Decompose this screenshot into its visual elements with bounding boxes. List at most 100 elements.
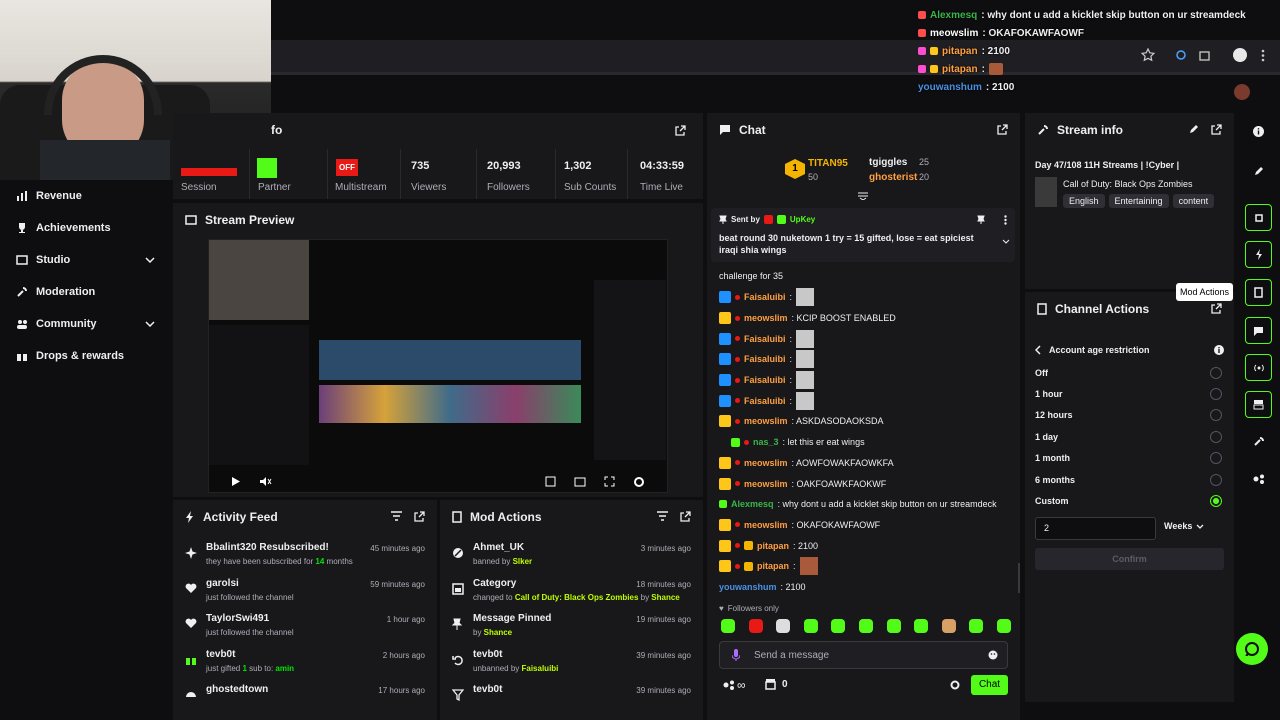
popout-icon[interactable] (1211, 124, 1222, 135)
mod-action-item[interactable]: Ahmet_UK banned by Slker 3 minutes ago (452, 541, 691, 577)
theater-icon[interactable] (574, 476, 586, 487)
support-chat-button[interactable] (1236, 633, 1268, 665)
info-icon[interactable] (1214, 345, 1224, 355)
chevron-down-icon[interactable] (145, 321, 155, 327)
radio-button[interactable] (1210, 452, 1222, 465)
chat-username[interactable]: Faisaluibi (744, 354, 786, 364)
activity-item[interactable]: ghostedtown 17 hours ago (185, 683, 425, 719)
sidebar-item-studio[interactable]: Studio (0, 244, 171, 276)
emote-button[interactable] (996, 619, 1011, 633)
bolt-icon[interactable] (1245, 241, 1272, 268)
sidebar-item-moderation[interactable]: Moderation (0, 276, 171, 308)
mod-action-item[interactable]: Category changed to Call of Duty: Black O… (452, 577, 691, 613)
mod-action-item[interactable]: tevb0t unbanned by Faisaluibi 39 minutes … (452, 648, 691, 684)
chat-message[interactable]: Faisaluibi: (707, 370, 1020, 391)
custom-value-input[interactable]: 2 (1035, 517, 1156, 540)
confirm-button[interactable]: Confirm (1035, 548, 1224, 570)
pinned-message[interactable]: Sent by UpKey beat round 30 nuketown 1 t… (711, 208, 1015, 262)
chat-icon[interactable] (1245, 317, 1272, 344)
play-icon[interactable] (231, 476, 241, 487)
crop-icon[interactable] (1245, 204, 1272, 231)
sidebar-item-achievements[interactable]: Achievements (0, 212, 171, 244)
microphone-icon[interactable] (732, 649, 740, 661)
expand-leaderboard-icon[interactable] (857, 192, 869, 200)
chat-message[interactable]: Faisaluibi: (707, 287, 1020, 308)
activity-item[interactable]: tevb0t just gifted 1 sub to: amin 2 hours… (185, 648, 425, 684)
chat-username[interactable]: nas_3 (753, 437, 779, 447)
chat-message[interactable]: meowslim: AOWFOWAKFAOWKFA (707, 453, 1020, 474)
chat-message[interactable]: Faisaluibi: (707, 328, 1020, 349)
activity-item[interactable]: garolsi just followed the channel 59 minu… (185, 577, 425, 613)
sidebar-item-revenue[interactable]: Revenue (0, 180, 171, 212)
chat-input[interactable]: Send a message (719, 641, 1008, 669)
age-option[interactable]: 1 month (1025, 448, 1234, 469)
chat-message[interactable]: meowslim: KCIP BOOST ENABLED (707, 308, 1020, 329)
chat-username[interactable]: pitapan (757, 561, 789, 571)
wrench-icon[interactable] (1245, 428, 1272, 455)
emote-button[interactable] (776, 619, 791, 633)
sidebar-item-drops[interactable]: Drops & rewards (0, 340, 171, 372)
popout-icon[interactable] (997, 124, 1008, 135)
mute-icon[interactable] (259, 476, 272, 487)
emote-button[interactable] (914, 619, 929, 633)
pencil-icon[interactable] (1245, 157, 1272, 184)
emote-button[interactable] (858, 619, 873, 633)
gift-third-name[interactable]: ghosterist (869, 172, 917, 183)
gift-second-name[interactable]: tgiggles (869, 157, 907, 168)
chat-settings-icon[interactable] (950, 680, 960, 690)
store-icon[interactable] (765, 679, 776, 690)
settings-icon[interactable] (633, 476, 645, 488)
fullscreen-icon[interactable] (604, 476, 615, 487)
chat-message[interactable]: Alexmesq: why dont u add a kicklet skip … (707, 494, 1020, 515)
preview-video[interactable] (208, 239, 668, 493)
emote-button[interactable] (831, 619, 846, 633)
tag-chip[interactable]: Entertaining (1108, 194, 1169, 208)
chat-message[interactable]: pitapan: 2100 (707, 535, 1020, 556)
chat-scrollbar[interactable] (1018, 563, 1020, 593)
chat-username[interactable]: Alexmesq (731, 499, 774, 509)
chat-message[interactable]: Faisaluibi: (707, 390, 1020, 411)
chat-message[interactable]: nas_3: let this er eat wings (707, 432, 1020, 453)
emote-button[interactable] (748, 619, 763, 633)
back-chevron-icon[interactable] (1035, 345, 1041, 355)
radio-button[interactable] (1210, 388, 1222, 401)
clipboard-icon[interactable] (1245, 279, 1272, 306)
category-name[interactable]: Call of Duty: Black Ops Zombies (1063, 179, 1193, 189)
age-option[interactable]: Off (1025, 362, 1234, 383)
chat-message[interactable]: meowslim: OAKFOAWKFAOKWF (707, 473, 1020, 494)
points-icon[interactable] (723, 680, 735, 690)
chat-send-button[interactable]: Chat (971, 675, 1008, 695)
filter-icon[interactable] (657, 511, 668, 522)
more-options-icon[interactable] (1004, 215, 1007, 225)
tag-chip[interactable]: English (1063, 194, 1105, 208)
popout-icon[interactable] (675, 125, 686, 136)
chat-username[interactable]: Faisaluibi (744, 334, 786, 344)
chat-username[interactable]: Faisaluibi (744, 375, 786, 385)
unpin-icon[interactable] (977, 215, 985, 224)
chat-username[interactable]: meowslim (744, 416, 788, 426)
emote-button[interactable] (969, 619, 984, 633)
unit-select[interactable]: Weeks (1164, 521, 1204, 531)
emote-button[interactable] (721, 619, 735, 633)
broadcast-icon[interactable] (1245, 354, 1272, 381)
emote-button[interactable] (941, 619, 956, 633)
chat-username[interactable]: Faisaluibi (744, 396, 786, 406)
chat-message[interactable]: pitapan: (707, 556, 1020, 577)
chat-username[interactable]: meowslim (744, 520, 788, 530)
radio-button[interactable] (1210, 366, 1222, 379)
emote-button[interactable] (803, 619, 818, 633)
chevron-down-icon[interactable] (145, 257, 155, 263)
radio-button[interactable] (1210, 409, 1222, 422)
activity-item[interactable]: Bbalint320 Resubscribed! they have been s… (185, 541, 425, 577)
filter-icon[interactable] (391, 511, 402, 522)
age-option[interactable]: 1 day (1025, 426, 1234, 447)
sidebar-item-community[interactable]: Community (0, 308, 171, 340)
age-option[interactable]: 6 months (1025, 469, 1234, 490)
info-icon[interactable] (1245, 118, 1272, 145)
gift-leader-name[interactable]: TITAN95 (808, 158, 848, 169)
layout-icon[interactable] (1245, 391, 1272, 418)
activity-item[interactable]: TaylorSwi491 just followed the channel 1 … (185, 612, 425, 648)
chat-username[interactable]: pitapan (757, 541, 789, 551)
category-thumbnail[interactable] (1035, 177, 1057, 207)
tag-chip[interactable]: content (1172, 194, 1215, 208)
